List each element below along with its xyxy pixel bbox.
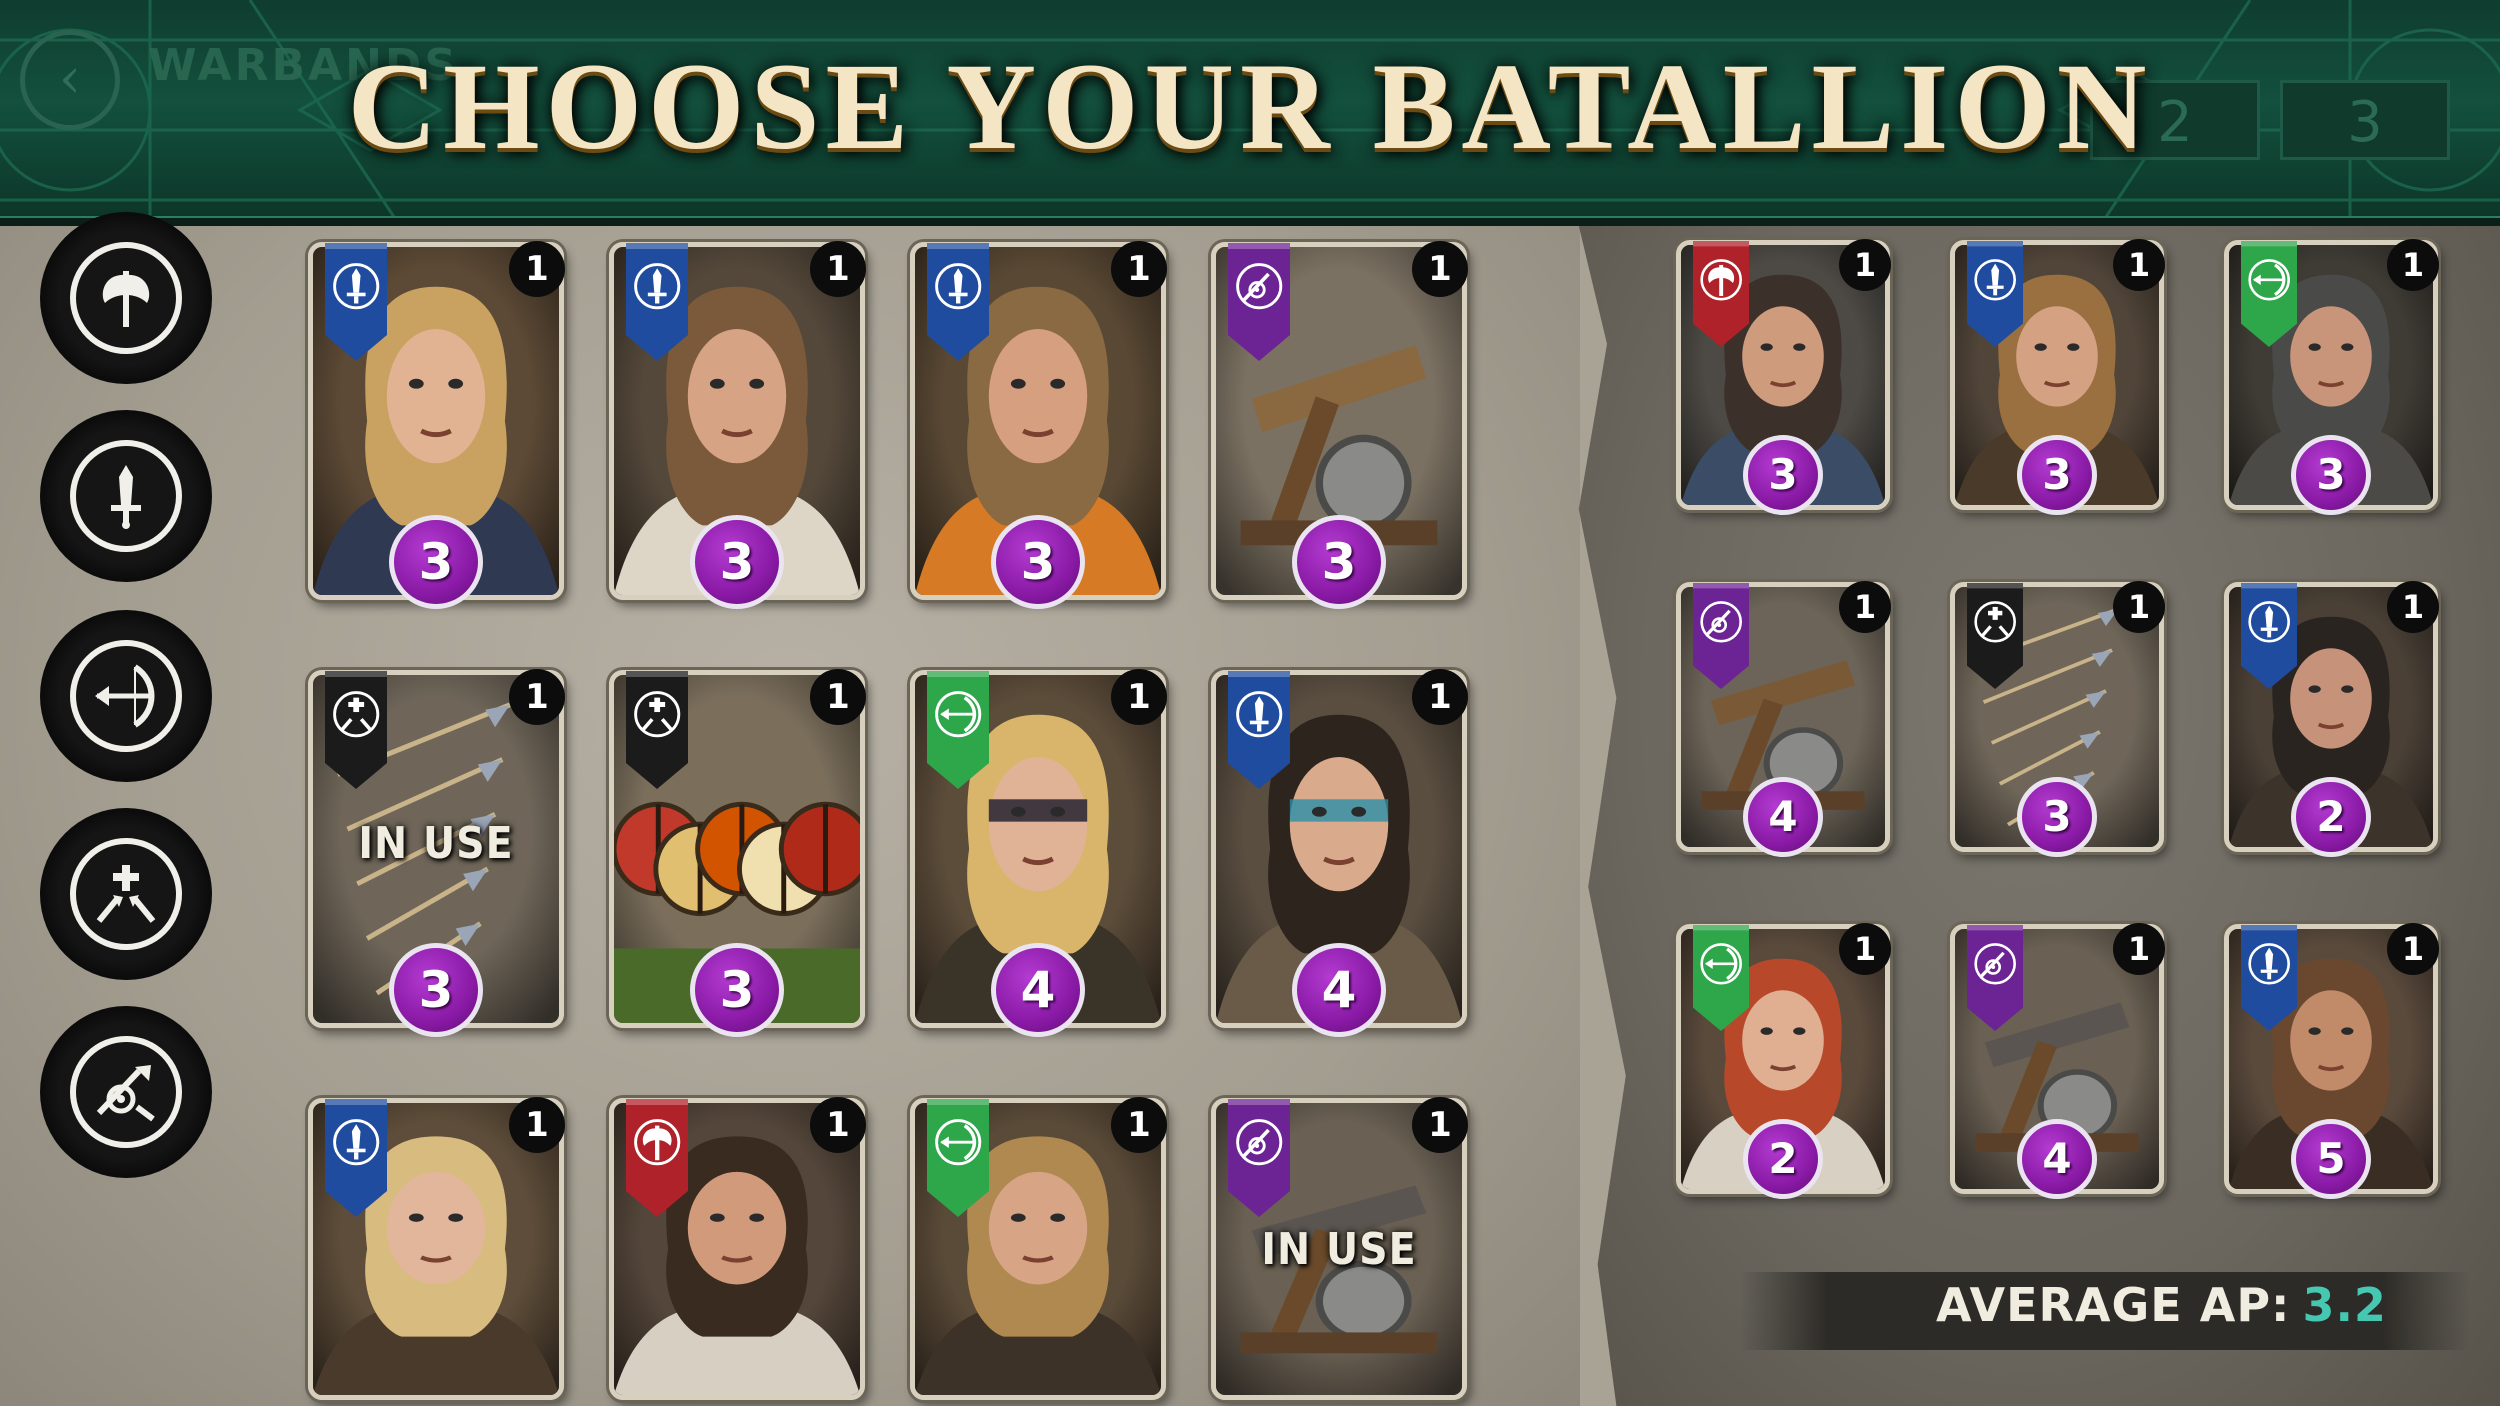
- ap-cost-badge: 3: [690, 943, 784, 1037]
- card-count-badge: 1: [2113, 239, 2165, 291]
- filter-bow-button[interactable]: [40, 610, 212, 782]
- collection-card[interactable]: 1: [308, 1097, 565, 1400]
- bow-class-banner: [1693, 925, 1749, 1031]
- deck-card[interactable]: 14: [1676, 581, 1891, 857]
- collection-card[interactable]: 1 IN USE: [1211, 1097, 1468, 1400]
- sword-class-banner: [2241, 583, 2297, 689]
- axe-icon: [70, 242, 182, 354]
- ap-cost-badge: 3: [389, 943, 483, 1037]
- arrows-class-banner: [325, 671, 387, 789]
- card-count-badge: 1: [2113, 923, 2165, 975]
- bow-class-banner: [2241, 241, 2297, 347]
- card-count-badge: 1: [810, 669, 866, 725]
- ap-cost-badge: 3: [2291, 435, 2371, 515]
- card-count-badge: 1: [1111, 1097, 1167, 1153]
- card-count-badge: 1: [509, 241, 565, 297]
- bow-class-banner: [927, 1099, 989, 1217]
- ap-cost-badge: 5: [2291, 1119, 2371, 1199]
- sword-class-banner: [927, 243, 989, 361]
- header-border: [0, 216, 2500, 226]
- collection-card[interactable]: 13: [609, 669, 866, 1037]
- sword-class-banner: [626, 243, 688, 361]
- card-count-badge: 1: [1111, 669, 1167, 725]
- sword-class-banner: [2241, 925, 2297, 1031]
- page-title: CHOOSE YOUR BATALLION: [347, 38, 2153, 175]
- ap-cost-badge: 4: [2017, 1119, 2097, 1199]
- filter-arrows-button[interactable]: [40, 808, 212, 980]
- collection-card[interactable]: 13: [910, 241, 1167, 609]
- bow-icon: [70, 640, 182, 752]
- ap-cost-badge: 3: [991, 515, 1085, 609]
- filter-axe-button[interactable]: [40, 212, 212, 384]
- sword-icon: [70, 440, 182, 552]
- siege-class-banner: [1228, 1099, 1290, 1217]
- ap-cost-badge: 4: [1743, 777, 1823, 857]
- header-bar: ‹ WARBANDS 2 3 CHOOSE YOUR BATALLION: [0, 0, 2500, 226]
- in-use-label: IN USE: [1261, 1223, 1417, 1275]
- card-count-badge: 1: [2387, 923, 2439, 975]
- card-count-badge: 1: [509, 669, 565, 725]
- siege-class-banner: [1228, 243, 1290, 361]
- ap-cost-badge: 2: [1743, 1119, 1823, 1199]
- collection-card[interactable]: 13: [609, 241, 866, 609]
- deck-card[interactable]: 15: [2224, 923, 2439, 1199]
- card-count-badge: 1: [1412, 669, 1468, 725]
- deck-card[interactable]: 12: [2224, 581, 2439, 857]
- card-count-badge: 1: [1839, 923, 1891, 975]
- card-count-badge: 1: [1111, 241, 1167, 297]
- card-count-badge: 1: [2113, 581, 2165, 633]
- collection-card[interactable]: 1: [910, 1097, 1167, 1400]
- card-count-badge: 1: [2387, 581, 2439, 633]
- collection-card[interactable]: 1 IN USE 3: [308, 669, 565, 1037]
- deck-card[interactable]: 13: [2224, 239, 2439, 515]
- siege-icon: [70, 1036, 182, 1148]
- card-count-badge: 1: [2387, 239, 2439, 291]
- ap-cost-badge: 3: [690, 515, 784, 609]
- collection-card[interactable]: 1: [609, 1097, 866, 1400]
- average-ap-value: 3.2: [2302, 1278, 2387, 1332]
- card-count-badge: 1: [1839, 581, 1891, 633]
- arrows-class-banner: [1967, 583, 2023, 689]
- arrows-class-banner: [626, 671, 688, 789]
- filter-sword-button[interactable]: [40, 410, 212, 582]
- card-count-badge: 1: [509, 1097, 565, 1153]
- ap-cost-badge: 3: [1292, 515, 1386, 609]
- deck-card[interactable]: 12: [1676, 923, 1891, 1199]
- average-ap-label: AVERAGE AP:: [1936, 1278, 2291, 1332]
- sword-class-banner: [1228, 671, 1290, 789]
- siege-class-banner: [1693, 583, 1749, 689]
- sword-class-banner: [325, 243, 387, 361]
- card-count-badge: 1: [1839, 239, 1891, 291]
- deck-card[interactable]: 13: [1950, 581, 2165, 857]
- average-ap: AVERAGE AP: 3.2: [1936, 1278, 2387, 1332]
- deck-card[interactable]: 14: [1950, 923, 2165, 1199]
- deck-card[interactable]: 13: [1676, 239, 1891, 515]
- ap-cost-badge: 4: [991, 943, 1085, 1037]
- card-count-badge: 1: [810, 241, 866, 297]
- siege-class-banner: [1967, 925, 2023, 1031]
- axe-class-banner: [1693, 241, 1749, 347]
- sword-class-banner: [325, 1099, 387, 1217]
- card-count-badge: 1: [810, 1097, 866, 1153]
- ap-cost-badge: 3: [1743, 435, 1823, 515]
- collection-card[interactable]: 14: [910, 669, 1167, 1037]
- ap-cost-badge: 4: [1292, 943, 1386, 1037]
- ap-cost-badge: 3: [389, 515, 483, 609]
- arrows-icon: [70, 838, 182, 950]
- in-use-label: IN USE: [358, 818, 514, 870]
- deck-card[interactable]: 13: [1950, 239, 2165, 515]
- collection-card[interactable]: 13: [1211, 241, 1468, 609]
- filter-siege-button[interactable]: [40, 1006, 212, 1178]
- ap-cost-badge: 3: [2017, 777, 2097, 857]
- ap-cost-badge: 2: [2291, 777, 2371, 857]
- collection-card[interactable]: 13: [308, 241, 565, 609]
- card-count-badge: 1: [1412, 1097, 1468, 1153]
- collection-card[interactable]: 14: [1211, 669, 1468, 1037]
- card-count-badge: 1: [1412, 241, 1468, 297]
- sword-class-banner: [1967, 241, 2023, 347]
- bow-class-banner: [927, 671, 989, 789]
- ap-cost-badge: 3: [2017, 435, 2097, 515]
- axe-class-banner: [626, 1099, 688, 1217]
